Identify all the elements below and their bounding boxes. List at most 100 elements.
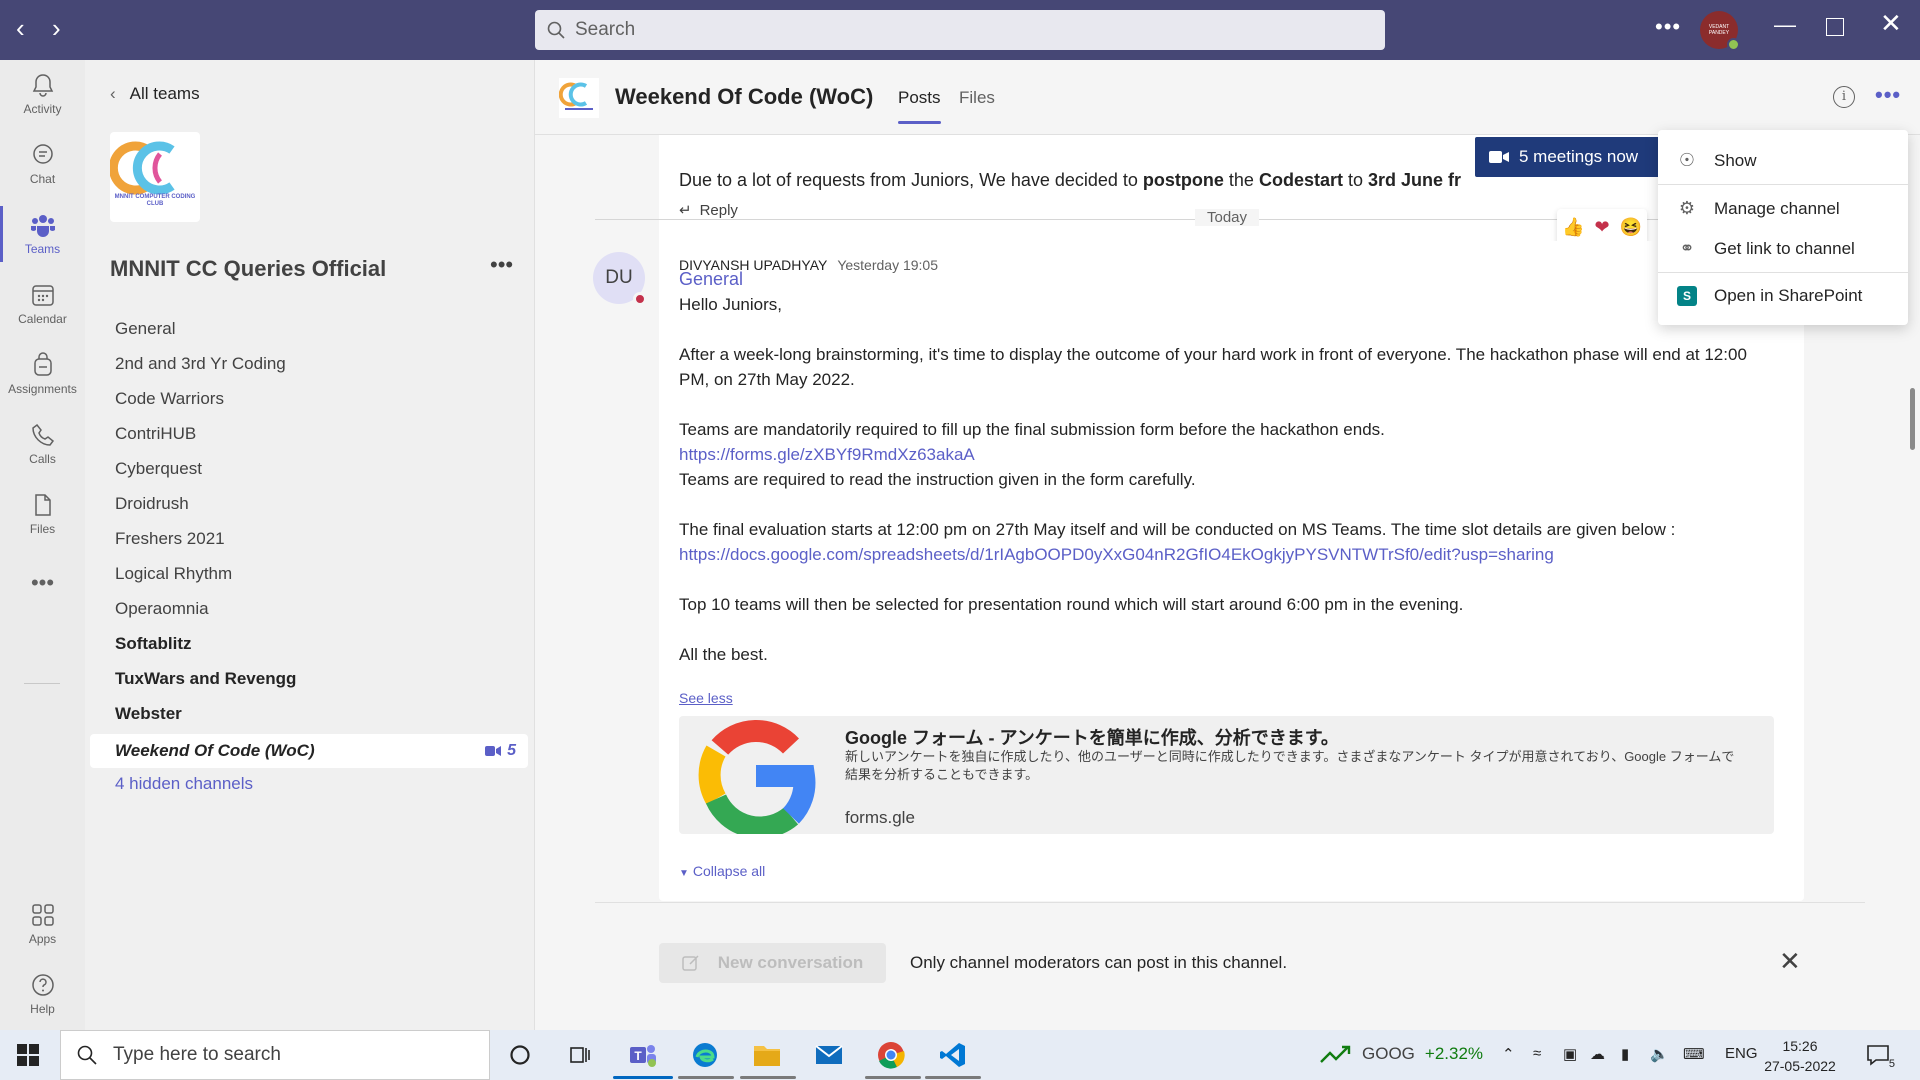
close-notice-icon[interactable]: ✕: [1779, 948, 1801, 974]
minimize-icon[interactable]: —: [1774, 14, 1796, 36]
rail-label: Files: [29, 522, 56, 536]
notifications-icon[interactable]: 5: [1865, 1042, 1895, 1070]
taskbar-search[interactable]: Type here to search: [60, 1030, 490, 1080]
link-preview-card[interactable]: Google フォーム - アンケートを簡単に作成、分析できます。 新しいアンケ…: [679, 716, 1774, 834]
forward-arrow-icon[interactable]: ›: [52, 15, 61, 41]
menu-item-manage-channel[interactable]: ⚙ Manage channel: [1676, 198, 1840, 219]
mail-icon[interactable]: [814, 1040, 844, 1070]
rail-apps[interactable]: Apps: [0, 902, 85, 946]
post-subject: General: [679, 269, 744, 289]
rail-files[interactable]: Files: [0, 492, 85, 536]
wifi-icon[interactable]: ≈: [1533, 1045, 1541, 1062]
volume-icon[interactable]: 🔈: [1650, 1045, 1669, 1063]
sheet-link[interactable]: https://docs.google.com/spreadsheets/d/1…: [679, 545, 1554, 564]
menu-item-show[interactable]: ☉ Show: [1676, 150, 1757, 171]
teams-app-icon[interactable]: T: [628, 1040, 658, 1070]
close-window-icon[interactable]: ✕: [1880, 10, 1902, 36]
see-less-link[interactable]: See less: [679, 690, 733, 706]
thread-divider: [595, 902, 1865, 903]
search-icon: [547, 21, 565, 39]
stock-widget[interactable]: GOOG +2.32%: [1320, 1044, 1483, 1064]
battery-icon[interactable]: ▮: [1621, 1045, 1629, 1063]
channel-item[interactable]: Softablitz: [90, 629, 528, 659]
team-channel-panel: ‹ All teams MNNIT COMPUTER CODING CLUB MN…: [85, 60, 535, 1030]
edge-icon[interactable]: [690, 1040, 720, 1070]
windows-start-icon[interactable]: [16, 1043, 40, 1067]
collapse-all-button[interactable]: ▼ Collapse all: [679, 863, 765, 879]
form-link[interactable]: https://forms.gle/zXBYf9RmdXz63akaA: [679, 445, 975, 464]
channel-item[interactable]: ContriHUB: [90, 419, 528, 449]
text-run: Due to a lot of requests from Juniors, W…: [679, 170, 1143, 190]
all-teams-link[interactable]: ‹ All teams: [110, 84, 200, 104]
tab-files[interactable]: Files: [959, 88, 995, 108]
channel-item[interactable]: Droidrush: [90, 489, 528, 519]
more-options-icon[interactable]: •••: [1655, 14, 1681, 40]
onedrive-cloud-icon[interactable]: ☁: [1590, 1045, 1605, 1063]
rail-assignments[interactable]: Assignments: [0, 352, 85, 396]
caret-down-icon: ▼: [679, 868, 689, 879]
tab-posts[interactable]: Posts: [898, 88, 941, 124]
all-teams-label: All teams: [129, 84, 200, 103]
keyboard-icon[interactable]: ⌨: [1683, 1045, 1705, 1063]
team-more-icon[interactable]: •••: [490, 252, 513, 278]
running-app-indicator: [865, 1076, 921, 1079]
language-indicator[interactable]: ENG: [1725, 1045, 1758, 1062]
new-conversation-button[interactable]: New conversation: [659, 943, 886, 983]
windows-taskbar: Type here to search T GOOG +2.32% ⌃ ≈ ▣ …: [0, 1030, 1920, 1080]
channel-item[interactable]: TuxWars and Revengg: [90, 664, 528, 694]
rail-label: Assignments: [8, 382, 77, 396]
laugh-icon[interactable]: 😆: [1620, 217, 1642, 238]
rail-calls[interactable]: Calls: [0, 422, 85, 466]
search-icon: [77, 1045, 97, 1065]
rail-chat[interactable]: Chat: [0, 142, 85, 186]
vscode-icon[interactable]: [938, 1040, 968, 1070]
video-camera-icon: [485, 745, 502, 756]
trend-up-icon: [1320, 1045, 1351, 1063]
channel-item[interactable]: Cyberquest: [90, 454, 528, 484]
info-icon[interactable]: i: [1833, 86, 1855, 108]
channel-item-active[interactable]: Weekend Of Code (WoC) 5: [90, 734, 528, 768]
maximize-icon[interactable]: [1826, 18, 1844, 36]
channel-item[interactable]: Code Warriors: [90, 384, 528, 414]
channel-item[interactable]: 2nd and 3rd Yr Coding: [90, 349, 528, 379]
heart-icon[interactable]: ❤: [1594, 217, 1609, 238]
meetings-now-banner[interactable]: 5 meetings now: [1475, 137, 1660, 177]
more-apps-icon[interactable]: •••: [0, 570, 85, 596]
chevron-up-icon[interactable]: ⌃: [1502, 1045, 1515, 1063]
cortana-icon[interactable]: [505, 1040, 535, 1070]
post-line: Teams are mandatorily required to fill u…: [679, 420, 1385, 439]
channel-item[interactable]: Logical Rhythm: [90, 559, 528, 589]
system-clock[interactable]: 15:26 27-05-2022: [1760, 1036, 1840, 1076]
rail-teams[interactable]: Teams: [0, 206, 85, 262]
rail-divider: [24, 683, 60, 684]
channel-logo: [559, 78, 599, 118]
date-divider: Today: [1195, 209, 1260, 226]
reply-button[interactable]: ↵ Reply: [679, 201, 738, 219]
channel-item[interactable]: General: [90, 314, 528, 344]
channel-item[interactable]: Webster: [90, 699, 528, 729]
menu-item-sharepoint[interactable]: S Open in SharePoint: [1676, 286, 1862, 306]
user-avatar[interactable]: VEDANT PANDEY: [1700, 11, 1740, 51]
rail-label: Activity: [23, 102, 62, 116]
author-avatar[interactable]: DU: [593, 252, 647, 306]
rail-calendar[interactable]: Calendar: [0, 282, 85, 326]
rail-help[interactable]: Help: [0, 972, 85, 1016]
scrollbar-thumb[interactable]: [1910, 388, 1915, 450]
bell-icon: [32, 74, 53, 97]
meet-now-icon[interactable]: ▣: [1563, 1045, 1577, 1063]
channel-more-icon[interactable]: •••: [1875, 82, 1901, 108]
post-line: Hello Juniors,: [679, 295, 782, 314]
back-arrow-icon[interactable]: ‹: [16, 15, 25, 41]
file-explorer-icon[interactable]: [752, 1040, 782, 1070]
post-body: General Hello Juniors, After a week-long…: [679, 267, 1779, 667]
task-view-icon[interactable]: [565, 1040, 595, 1070]
chrome-icon[interactable]: [876, 1040, 906, 1070]
channel-item[interactable]: Operaomnia: [90, 594, 528, 624]
menu-item-get-link[interactable]: ⚭ Get link to channel: [1676, 238, 1854, 259]
stock-change: +2.32%: [1424, 1044, 1484, 1063]
rail-activity[interactable]: Activity: [0, 72, 85, 116]
hidden-channels-link[interactable]: 4 hidden channels: [90, 769, 528, 799]
channel-item[interactable]: Freshers 2021: [90, 524, 528, 554]
search-input[interactable]: Search: [535, 10, 1385, 50]
like-icon[interactable]: 👍: [1562, 217, 1584, 238]
